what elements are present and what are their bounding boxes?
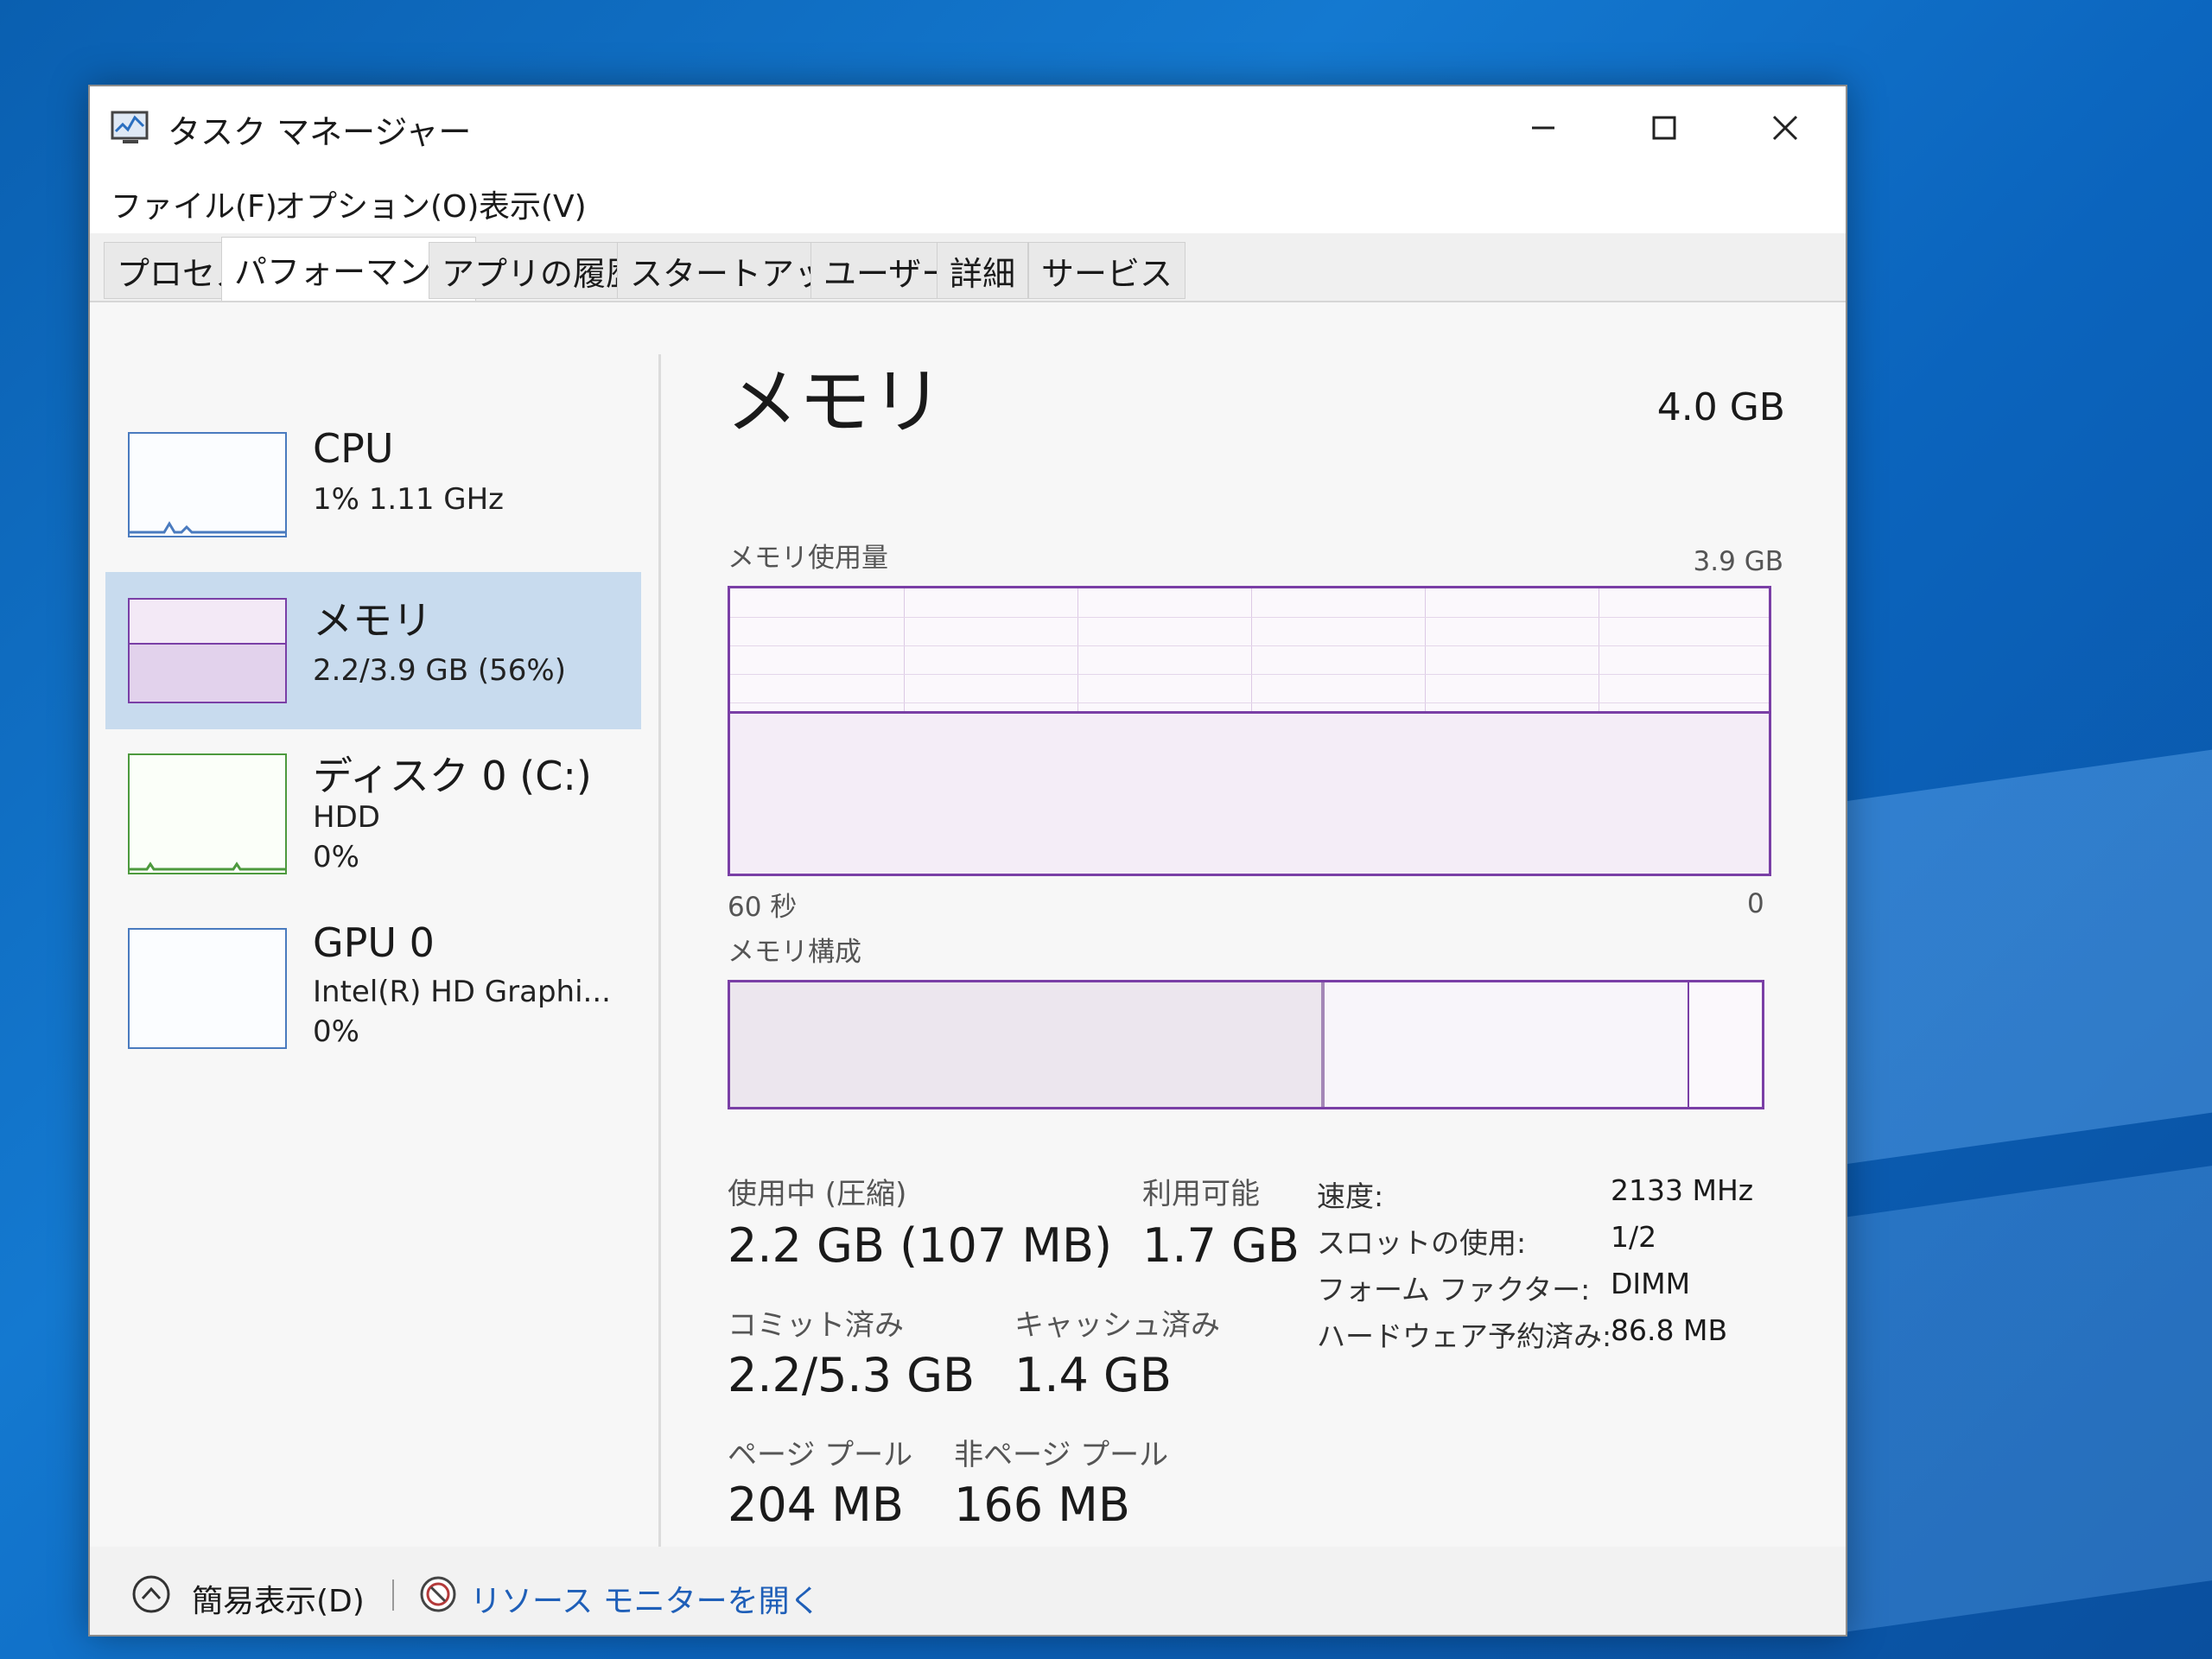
committed-value: 2.2/5.3 GB [728, 1348, 976, 1402]
memory-composition-bar [728, 980, 1764, 1109]
sidebar-item-gpu[interactable]: GPU 0 Intel(R) HD Graphi... 0% [105, 918, 641, 1082]
composition-label: メモリ構成 [728, 937, 861, 968]
tab-details[interactable]: 詳細 [937, 242, 1029, 299]
cpu-thumbnail-graph [128, 432, 287, 537]
cpu-sparkline [130, 521, 285, 534]
spec-form-factor-value: DIMM [1611, 1267, 1691, 1300]
sidebar-memory-usage: 2.2/3.9 GB (56%) [313, 653, 566, 688]
sidebar-item-disk[interactable]: ディスク 0 (C:) HDD 0% [105, 743, 641, 907]
chevron-up-icon[interactable] [131, 1574, 171, 1614]
memory-thumbnail-graph [128, 598, 287, 703]
paged-pool-value: 204 MB [728, 1478, 904, 1532]
maximize-button[interactable] [1604, 86, 1725, 169]
committed-label: コミット済み [728, 1308, 904, 1343]
tab-services[interactable]: サービス [1028, 242, 1186, 299]
memory-total: 4.0 GB [1656, 385, 1785, 429]
maximize-icon [1652, 116, 1676, 140]
memory-usage-graph [728, 586, 1771, 876]
close-button[interactable] [1725, 86, 1846, 169]
menu-view[interactable]: 表示(V) [479, 181, 587, 226]
menu-options[interactable]: オプション(O) [275, 181, 479, 226]
sidebar-disk-type: HDD [313, 800, 380, 835]
graph-axis-left: 60 秒 [728, 892, 798, 923]
menu-file[interactable]: ファイル(F) [111, 181, 277, 226]
task-manager-icon [111, 111, 149, 143]
sidebar-gpu-name: Intel(R) HD Graphi... [313, 975, 611, 1009]
composition-in-use [730, 982, 1325, 1107]
sidebar-item-memory[interactable]: メモリ 2.2/3.9 GB (56%) [105, 572, 641, 729]
memory-usage-fill [730, 711, 1769, 874]
gpu-thumbnail-graph [128, 928, 287, 1049]
nonpaged-pool-value: 166 MB [954, 1478, 1130, 1532]
fewer-details-link[interactable]: 簡易表示(D) [192, 1576, 365, 1621]
cached-label: キャッシュ済み [1014, 1308, 1220, 1343]
resource-monitor-icon[interactable] [418, 1574, 458, 1614]
sidebar-disk-title: ディスク 0 (C:) [313, 753, 592, 799]
in-use-label: 使用中 (圧縮) [728, 1177, 907, 1211]
page-title: メモリ [726, 359, 944, 444]
open-resource-monitor-link[interactable]: リソース モニターを開く [470, 1576, 821, 1621]
spec-hw-reserved-value: 86.8 MB [1611, 1313, 1728, 1347]
available-label: 利用可能 [1142, 1177, 1260, 1211]
spec-speed-value: 2133 MHz [1611, 1173, 1754, 1207]
window-title: タスク マネージャー [168, 113, 472, 151]
sidebar-gpu-usage: 0% [313, 1014, 359, 1049]
memory-thumbnail-fill [130, 642, 285, 702]
minimize-icon [1532, 126, 1554, 130]
sidebar-cpu-title: CPU [313, 425, 394, 472]
usage-graph-label: メモリ使用量 [728, 543, 888, 574]
performance-content: CPU 1% 1.11 GHz メモリ 2.2/3.9 GB (56%) ディス… [90, 302, 1846, 1547]
desktop-wallpaper-shard [1832, 1166, 2212, 1634]
minimize-button[interactable] [1483, 86, 1604, 169]
sidebar-item-cpu[interactable]: CPU 1% 1.11 GHz [105, 423, 641, 572]
cached-value: 1.4 GB [1014, 1348, 1172, 1402]
tab-bar: プロセス パフォーマンス アプリの履歴 スタートアップ ユーザー 詳細 サービス [90, 233, 1846, 302]
nonpaged-pool-label: 非ページ プール [954, 1438, 1169, 1472]
close-icon [1772, 115, 1798, 141]
paged-pool-label: ページ プール [728, 1438, 913, 1472]
usage-graph-max: 3.9 GB [1693, 546, 1783, 577]
available-value: 1.7 GB [1142, 1218, 1300, 1273]
sidebar-disk-usage: 0% [313, 840, 359, 874]
spec-speed-label: 速度: [1317, 1179, 1384, 1213]
task-manager-window: タスク マネージャー ファイル(F) オプション(O) 表示(V) プロセス パ… [88, 85, 1847, 1637]
sidebar-memory-title: メモリ [313, 597, 432, 644]
sidebar-cpu-usage: 1% 1.11 GHz [313, 482, 505, 517]
footer-separator [392, 1580, 394, 1611]
spec-slots-label: スロットの使用: [1317, 1226, 1527, 1260]
disk-sparkline [130, 861, 285, 871]
spec-hw-reserved-label: ハードウェア予約済み: [1317, 1319, 1612, 1353]
menu-bar: ファイル(F) オプション(O) 表示(V) [90, 169, 1846, 233]
disk-thumbnail-graph [128, 753, 287, 874]
sidebar-gpu-title: GPU 0 [313, 919, 435, 966]
in-use-value: 2.2 GB (107 MB) [728, 1218, 1113, 1273]
desktop-wallpaper-shard [1815, 749, 2212, 1169]
spec-form-factor-label: フォーム ファクター: [1317, 1273, 1591, 1306]
pane-divider[interactable] [658, 354, 661, 1547]
spec-slots-value: 1/2 [1611, 1220, 1657, 1254]
composition-standby [1325, 982, 1689, 1107]
title-bar[interactable]: タスク マネージャー [90, 86, 1846, 169]
graph-axis-right: 0 [1747, 888, 1764, 919]
footer-bar: 簡易表示(D) リソース モニターを開く [90, 1547, 1846, 1635]
